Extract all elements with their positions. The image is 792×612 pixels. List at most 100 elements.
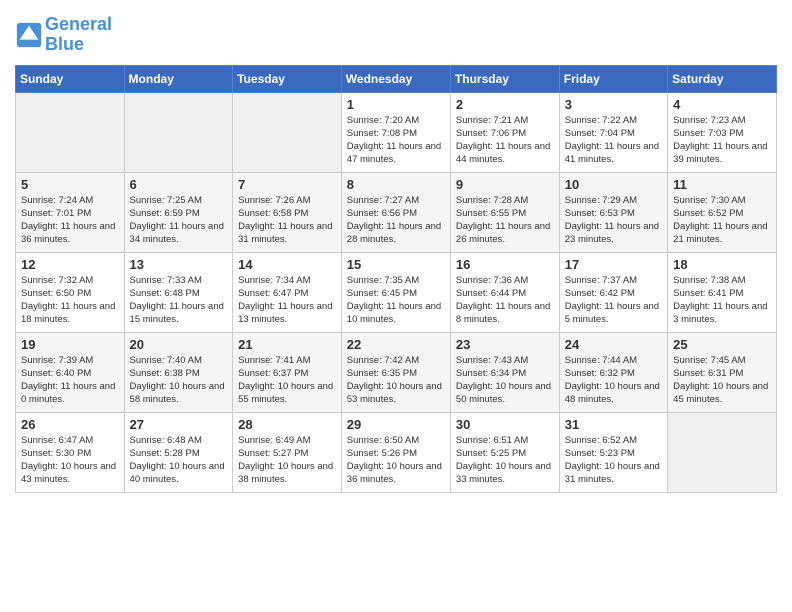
calendar-cell — [124, 92, 233, 172]
week-row-2: 5Sunrise: 7:24 AM Sunset: 7:01 PM Daylig… — [16, 172, 777, 252]
day-number: 31 — [565, 417, 662, 432]
day-info: Sunrise: 7:43 AM Sunset: 6:34 PM Dayligh… — [456, 354, 554, 407]
day-number: 13 — [130, 257, 228, 272]
day-info: Sunrise: 7:25 AM Sunset: 6:59 PM Dayligh… — [130, 194, 228, 247]
calendar-cell: 8 Sunrise: 7:27 AM Sunset: 6:56 PM Daylig… — [341, 172, 450, 252]
day-number: 30 — [456, 417, 554, 432]
calendar-cell: 26 Sunrise: 6:47 AM Sunset: 5:30 PM Dayli… — [16, 412, 125, 492]
calendar-cell — [233, 92, 342, 172]
calendar-cell: 24Sunrise: 7:44 AM Sunset: 6:32 PM Dayli… — [559, 332, 667, 412]
calendar-cell: 2 Sunrise: 7:21 AM Sunset: 7:06 PM Daylig… — [450, 92, 559, 172]
calendar-cell: 14 Sunrise: 7:34 AM Sunset: 6:47 PM Dayli… — [233, 252, 342, 332]
calendar-cell: 22 Sunrise: 7:42 AM Sunset: 6:35 PM Dayli… — [341, 332, 450, 412]
day-info: Sunrise: 7:20 AM Sunset: 7:08 PM Dayligh… — [347, 114, 445, 167]
day-number: 23 — [456, 337, 554, 352]
calendar-cell: 1 Sunrise: 7:20 AM Sunset: 7:08 PM Daylig… — [341, 92, 450, 172]
header-row: SundayMondayTuesdayWednesdayThursdayFrid… — [16, 65, 777, 92]
day-info: Sunrise: 7:36 AM Sunset: 6:44 PM Dayligh… — [456, 274, 554, 327]
day-info: Sunrise: 7:33 AM Sunset: 6:48 PM Dayligh… — [130, 274, 228, 327]
day-header-friday: Friday — [559, 65, 667, 92]
day-info: Sunrise: 7:39 AM Sunset: 6:40 PM Dayligh… — [21, 354, 119, 407]
day-number: 20 — [130, 337, 228, 352]
day-info: Sunrise: 6:47 AM Sunset: 5:30 PM Dayligh… — [21, 434, 119, 487]
calendar-cell — [16, 92, 125, 172]
calendar-cell: 20 Sunrise: 7:40 AM Sunset: 6:38 PM Dayli… — [124, 332, 233, 412]
day-header-sunday: Sunday — [16, 65, 125, 92]
day-number: 12 — [21, 257, 119, 272]
day-number: 6 — [130, 177, 228, 192]
day-info: Sunrise: 7:23 AM Sunset: 7:03 PM Dayligh… — [673, 114, 771, 167]
day-number: 29 — [347, 417, 445, 432]
day-number: 15 — [347, 257, 445, 272]
day-number: 28 — [238, 417, 336, 432]
calendar-cell: 15 Sunrise: 7:35 AM Sunset: 6:45 PM Dayli… — [341, 252, 450, 332]
calendar-cell: 30 Sunrise: 6:51 AM Sunset: 5:25 PM Dayli… — [450, 412, 559, 492]
day-number: 1 — [347, 97, 445, 112]
day-number: 8 — [347, 177, 445, 192]
page-header: General Blue — [15, 15, 777, 55]
day-info: Sunrise: 7:21 AM Sunset: 7:06 PM Dayligh… — [456, 114, 554, 167]
day-number: 14 — [238, 257, 336, 272]
calendar-cell: 7Sunrise: 7:26 AM Sunset: 6:58 PM Daylig… — [233, 172, 342, 252]
day-info: Sunrise: 7:34 AM Sunset: 6:47 PM Dayligh… — [238, 274, 336, 327]
day-number: 10 — [565, 177, 662, 192]
day-number: 9 — [456, 177, 554, 192]
calendar-cell: 18 Sunrise: 7:38 AM Sunset: 6:41 PM Dayli… — [668, 252, 777, 332]
day-info: Sunrise: 7:27 AM Sunset: 6:56 PM Dayligh… — [347, 194, 445, 247]
day-header-tuesday: Tuesday — [233, 65, 342, 92]
day-info: Sunrise: 7:41 AM Sunset: 6:37 PM Dayligh… — [238, 354, 336, 407]
day-info: Sunrise: 7:40 AM Sunset: 6:38 PM Dayligh… — [130, 354, 228, 407]
week-row-1: 1 Sunrise: 7:20 AM Sunset: 7:08 PM Daylig… — [16, 92, 777, 172]
day-number: 26 — [21, 417, 119, 432]
calendar-cell: 28 Sunrise: 6:49 AM Sunset: 5:27 PM Dayli… — [233, 412, 342, 492]
logo-icon — [15, 21, 43, 49]
calendar-cell: 23 Sunrise: 7:43 AM Sunset: 6:34 PM Dayli… — [450, 332, 559, 412]
calendar-cell: 21 Sunrise: 7:41 AM Sunset: 6:37 PM Dayli… — [233, 332, 342, 412]
day-info: Sunrise: 7:30 AM Sunset: 6:52 PM Dayligh… — [673, 194, 771, 247]
calendar-cell: 5Sunrise: 7:24 AM Sunset: 7:01 PM Daylig… — [16, 172, 125, 252]
day-number: 16 — [456, 257, 554, 272]
calendar-cell: 27Sunrise: 6:48 AM Sunset: 5:28 PM Dayli… — [124, 412, 233, 492]
day-number: 24 — [565, 337, 662, 352]
day-number: 18 — [673, 257, 771, 272]
day-number: 4 — [673, 97, 771, 112]
day-info: Sunrise: 7:35 AM Sunset: 6:45 PM Dayligh… — [347, 274, 445, 327]
day-number: 11 — [673, 177, 771, 192]
day-info: Sunrise: 6:50 AM Sunset: 5:26 PM Dayligh… — [347, 434, 445, 487]
day-number: 7 — [238, 177, 336, 192]
calendar-cell: 4 Sunrise: 7:23 AM Sunset: 7:03 PM Daylig… — [668, 92, 777, 172]
day-info: Sunrise: 7:45 AM Sunset: 6:31 PM Dayligh… — [673, 354, 771, 407]
day-header-wednesday: Wednesday — [341, 65, 450, 92]
day-number: 21 — [238, 337, 336, 352]
day-number: 3 — [565, 97, 662, 112]
calendar-cell — [668, 412, 777, 492]
day-header-saturday: Saturday — [668, 65, 777, 92]
day-info: Sunrise: 6:48 AM Sunset: 5:28 PM Dayligh… — [130, 434, 228, 487]
day-info: Sunrise: 6:49 AM Sunset: 5:27 PM Dayligh… — [238, 434, 336, 487]
day-number: 25 — [673, 337, 771, 352]
calendar-cell: 10Sunrise: 7:29 AM Sunset: 6:53 PM Dayli… — [559, 172, 667, 252]
calendar-cell: 13 Sunrise: 7:33 AM Sunset: 6:48 PM Dayli… — [124, 252, 233, 332]
day-info: Sunrise: 7:38 AM Sunset: 6:41 PM Dayligh… — [673, 274, 771, 327]
day-info: Sunrise: 7:22 AM Sunset: 7:04 PM Dayligh… — [565, 114, 662, 167]
day-number: 5 — [21, 177, 119, 192]
calendar-cell: 19Sunrise: 7:39 AM Sunset: 6:40 PM Dayli… — [16, 332, 125, 412]
day-info: Sunrise: 7:28 AM Sunset: 6:55 PM Dayligh… — [456, 194, 554, 247]
day-info: Sunrise: 7:42 AM Sunset: 6:35 PM Dayligh… — [347, 354, 445, 407]
calendar-cell: 29 Sunrise: 6:50 AM Sunset: 5:26 PM Dayli… — [341, 412, 450, 492]
week-row-3: 12Sunrise: 7:32 AM Sunset: 6:50 PM Dayli… — [16, 252, 777, 332]
day-info: Sunrise: 7:37 AM Sunset: 6:42 PM Dayligh… — [565, 274, 662, 327]
day-number: 2 — [456, 97, 554, 112]
calendar-cell: 12Sunrise: 7:32 AM Sunset: 6:50 PM Dayli… — [16, 252, 125, 332]
calendar-cell: 31Sunrise: 6:52 AM Sunset: 5:23 PM Dayli… — [559, 412, 667, 492]
calendar-cell: 9 Sunrise: 7:28 AM Sunset: 6:55 PM Daylig… — [450, 172, 559, 252]
calendar-cell: 3 Sunrise: 7:22 AM Sunset: 7:04 PM Daylig… — [559, 92, 667, 172]
day-number: 22 — [347, 337, 445, 352]
calendar-cell: 16 Sunrise: 7:36 AM Sunset: 6:44 PM Dayli… — [450, 252, 559, 332]
calendar-cell: 25 Sunrise: 7:45 AM Sunset: 6:31 PM Dayli… — [668, 332, 777, 412]
day-header-thursday: Thursday — [450, 65, 559, 92]
day-info: Sunrise: 6:51 AM Sunset: 5:25 PM Dayligh… — [456, 434, 554, 487]
calendar-cell: 17Sunrise: 7:37 AM Sunset: 6:42 PM Dayli… — [559, 252, 667, 332]
logo-text: General Blue — [45, 15, 112, 55]
calendar-table: SundayMondayTuesdayWednesdayThursdayFrid… — [15, 65, 777, 493]
